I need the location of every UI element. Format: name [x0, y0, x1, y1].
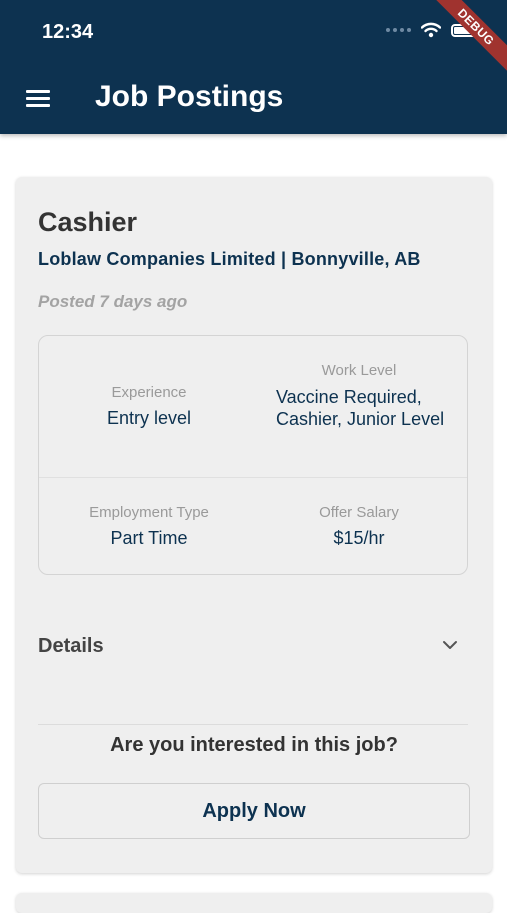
- offer-salary-label: Offer Salary: [319, 504, 399, 521]
- app-bar: 12:34 DEBUG Job Postings: [0, 0, 507, 134]
- details-label: Details: [38, 635, 104, 657]
- employment-type-value: Part Time: [110, 528, 188, 548]
- hamburger-menu-icon[interactable]: [26, 90, 50, 108]
- details-expander[interactable]: Details: [38, 625, 468, 669]
- chevron-down-icon: [443, 641, 457, 649]
- debug-banner: DEBUG: [423, 0, 507, 80]
- employment-type-label: Employment Type: [89, 504, 209, 521]
- experience-value: Entry level: [106, 408, 192, 428]
- work-level-value: Vaccine Required, Cashier, Junior Level: [276, 387, 445, 429]
- job-info-box: Experience Entry level Work Level Vaccin…: [38, 335, 468, 575]
- experience-label: Experience: [111, 384, 187, 401]
- interest-question: Are you interested in this job?: [110, 734, 398, 756]
- status-time: 12:34: [42, 21, 94, 43]
- info-divider: [39, 477, 467, 478]
- divider: [38, 724, 468, 725]
- wifi-icon: [421, 22, 441, 38]
- job-card: Cashier Loblaw Companies Limited | Bonny…: [16, 177, 492, 873]
- job-title: Cashier: [38, 207, 138, 237]
- posted-date: Posted 7 days ago: [38, 292, 188, 311]
- next-job-card: [16, 893, 492, 913]
- cellular-signal-icon: [386, 28, 411, 32]
- company-location: Loblaw Companies Limited | Bonnyville, A…: [38, 249, 421, 269]
- work-level-label: Work Level: [321, 362, 397, 379]
- offer-salary-value: $15/hr: [333, 528, 385, 548]
- page-title: Job Postings: [95, 80, 284, 113]
- apply-now-button[interactable]: Apply Now: [38, 783, 470, 839]
